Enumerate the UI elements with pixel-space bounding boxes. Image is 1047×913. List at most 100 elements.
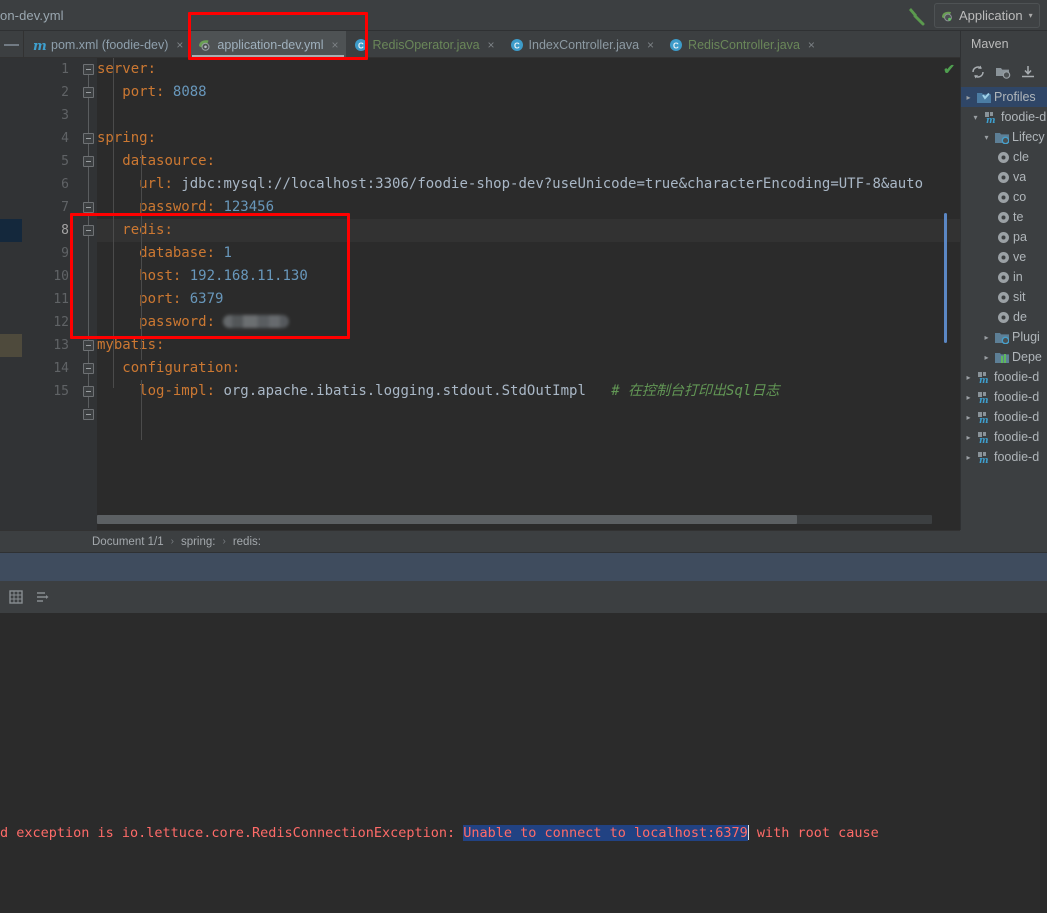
editor-tab-index-controller[interactable]: C IndexController.java × [502, 31, 662, 58]
close-icon[interactable]: × [488, 38, 495, 52]
svg-text:m: m [979, 396, 989, 404]
maven-goal-validate[interactable]: va [961, 167, 1047, 187]
editor-folding-column[interactable] [79, 58, 97, 530]
scrollbar-thumb[interactable] [97, 515, 797, 524]
fold-toggle-port[interactable] [83, 87, 94, 98]
code-line-10: host: 192.168.11.130 [97, 265, 932, 288]
console-error-selected-text[interactable]: Unable to connect to localhost:6379 [463, 825, 748, 841]
code-line-11: port: 6379 [97, 288, 932, 311]
fold-toggle-server[interactable] [83, 64, 94, 75]
editor-tab-redis-operator[interactable]: C RedisOperator.java × [346, 31, 502, 58]
fold-toggle-redis-password[interactable] [83, 340, 94, 351]
maven-tree-item-plugins[interactable]: ▸ Plugi [961, 327, 1047, 347]
close-icon[interactable]: × [647, 38, 654, 52]
chevron-right-icon[interactable]: ▸ [963, 393, 974, 402]
fold-toggle-password-ds[interactable] [83, 202, 94, 213]
maven-tree-label: foodie-d [994, 430, 1040, 444]
add-maven-project-folder-icon[interactable] [995, 64, 1011, 80]
maven-tree-item-foodie-module[interactable]: ▸ m foodie-d [961, 427, 1047, 447]
line-number: 14 [53, 361, 69, 376]
maven-tree-item-dependencies[interactable]: ▸ Depe [961, 347, 1047, 367]
yaml-key: password: [139, 314, 216, 330]
line-number: 1 [61, 62, 69, 77]
maven-tool-window: Maven ▸ Profiles ▾ m foodie-d ▾ Lifecy c… [960, 31, 1047, 530]
vcs-change-marker-edited[interactable] [0, 334, 22, 357]
chevron-right-icon[interactable]: ▸ [981, 353, 992, 362]
editor-code-area[interactable]: server: port: 8088 spring: datasource: u… [97, 58, 932, 530]
maven-tree-item-profiles[interactable]: ▸ Profiles [961, 87, 1047, 107]
chevron-down-icon[interactable]: ▾ [970, 113, 981, 122]
chevron-right-icon[interactable]: ▸ [981, 333, 992, 342]
chevron-right-icon[interactable]: ▸ [963, 93, 974, 102]
maven-goal-clean[interactable]: cle [961, 147, 1047, 167]
fold-toggle-log-impl[interactable] [83, 409, 94, 420]
maven-project-tree[interactable]: ▸ Profiles ▾ m foodie-d ▾ Lifecy cle va … [961, 85, 1047, 467]
close-icon[interactable]: × [808, 38, 815, 52]
editor-horizontal-scrollbar[interactable] [97, 515, 932, 524]
yaml-value: 6379 [189, 291, 224, 307]
maven-tree-label: Lifecy [1012, 130, 1045, 144]
fold-toggle-mybatis[interactable] [83, 363, 94, 374]
download-sources-icon[interactable] [1020, 64, 1036, 80]
editor-tab-label: IndexController.java [528, 37, 640, 52]
maven-goal-install[interactable]: in [961, 267, 1047, 287]
code-editor[interactable]: 1 2 3 4 5 6 7 8 9 10 11 12 13 14 15 serv… [0, 58, 960, 530]
maven-goal-site[interactable]: sit [961, 287, 1047, 307]
run-panel-selection-band [0, 553, 1047, 581]
chevron-down-icon[interactable]: ▾ [981, 133, 992, 142]
maven-goal-label: in [1013, 270, 1023, 284]
chevron-right-icon[interactable]: ▸ [963, 433, 974, 442]
breadcrumb-document[interactable]: Document 1/1 [92, 536, 164, 548]
gear-icon [998, 311, 1009, 323]
fold-toggle-redis[interactable] [83, 225, 94, 236]
fold-toggle-spring[interactable] [83, 133, 94, 144]
console-error-line: d exception is io.lettuce.core.RedisConn… [0, 825, 879, 841]
maven-goal-deploy[interactable]: de [961, 307, 1047, 327]
breadcrumb-redis[interactable]: redis: [233, 536, 261, 548]
maven-goal-compile[interactable]: co [961, 187, 1047, 207]
run-configuration-selector[interactable]: Application ▾ [934, 3, 1040, 28]
maven-goal-package[interactable]: pa [961, 227, 1047, 247]
scrollbar-thumb[interactable] [944, 213, 947, 343]
run-console-output[interactable]: d exception is io.lettuce.core.RedisConn… [0, 613, 1047, 913]
close-icon[interactable]: × [332, 38, 339, 52]
maven-tree-item-foodie-module[interactable]: ▾ m foodie-d [961, 107, 1047, 127]
svg-text:m: m [979, 456, 989, 464]
chevron-right-icon[interactable]: ▸ [963, 453, 974, 462]
java-class-icon: C [670, 38, 683, 51]
soft-wrap-icon[interactable] [8, 589, 24, 605]
editor-tab-application-dev-yml[interactable]: application-dev.yml × [190, 31, 346, 58]
yaml-key: configuration: [122, 360, 241, 376]
editor-vertical-scrollbar[interactable] [942, 58, 950, 530]
maven-tree-item-foodie-module[interactable]: ▸ m foodie-d [961, 447, 1047, 467]
editor-tab-redis-controller[interactable]: C RedisController.java × [661, 31, 822, 58]
maven-module-icon: m [978, 431, 989, 444]
minimize-button[interactable]: — [0, 31, 24, 57]
yaml-value: 123456 [223, 199, 275, 215]
scroll-to-end-icon[interactable] [34, 589, 50, 605]
java-class-icon: C [510, 38, 523, 51]
chevron-right-icon[interactable]: ▸ [963, 373, 974, 382]
breadcrumb-spring[interactable]: spring: [181, 536, 216, 548]
reload-icon[interactable] [970, 64, 986, 80]
maven-goal-test[interactable]: te [961, 207, 1047, 227]
yaml-key: url: [139, 176, 173, 192]
editor-tab-pom-xml[interactable]: m pom.xml (foodie-dev) × [24, 31, 190, 58]
yaml-key: log-impl: [139, 383, 216, 399]
maven-goal-verify[interactable]: ve [961, 247, 1047, 267]
maven-tree-item-lifecycle[interactable]: ▾ Lifecy [961, 127, 1047, 147]
fold-toggle-configuration[interactable] [83, 386, 94, 397]
maven-tree-item-foodie-module[interactable]: ▸ m foodie-d [961, 387, 1047, 407]
code-line-12: password: [97, 311, 932, 334]
navigation-breadcrumb[interactable]: on-dev.yml [0, 8, 64, 23]
maven-tree-item-foodie-module[interactable]: ▸ m foodie-d [961, 407, 1047, 427]
gear-icon [998, 231, 1009, 243]
maven-tree-item-foodie-module[interactable]: ▸ m foodie-d [961, 367, 1047, 387]
fold-toggle-datasource[interactable] [83, 156, 94, 167]
close-icon[interactable]: × [176, 38, 183, 52]
chevron-right-icon[interactable]: ▸ [963, 413, 974, 422]
vcs-change-marker-modified[interactable] [0, 219, 22, 242]
build-hammer-icon[interactable] [905, 6, 927, 26]
maven-toolbar [961, 58, 1047, 85]
